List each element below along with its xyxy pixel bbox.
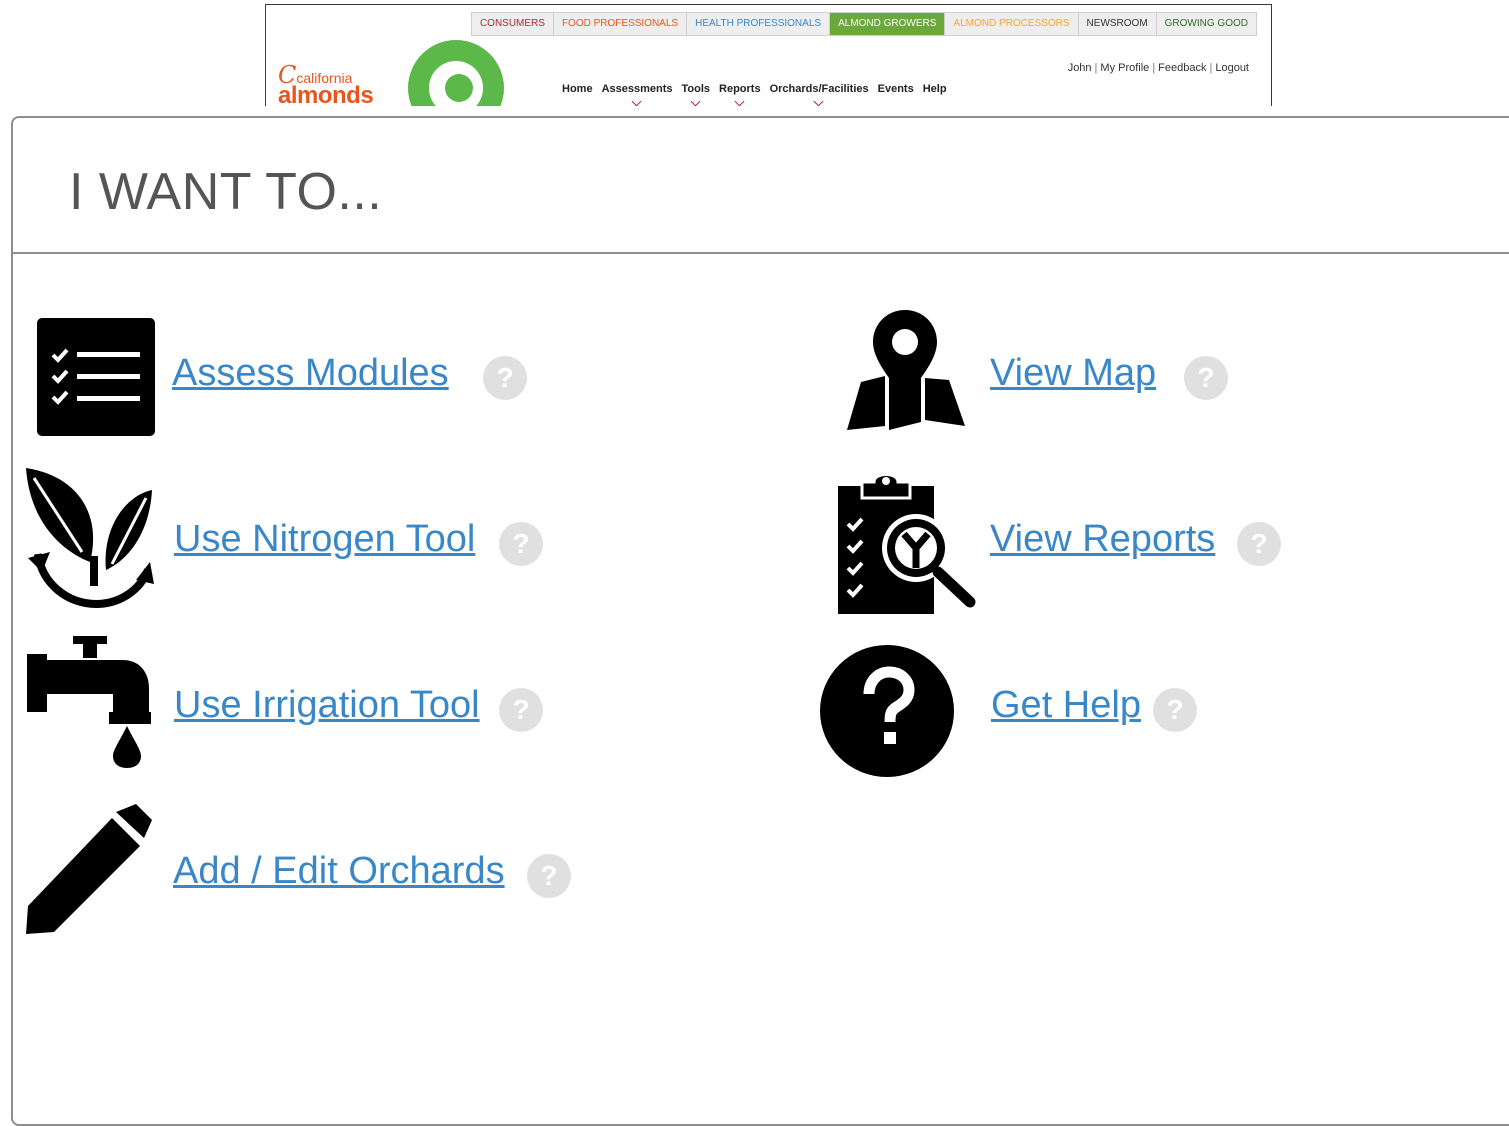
audience-nav: CONSUMERS FOOD PROFESSIONALS HEALTH PROF… <box>470 12 1257 36</box>
help-icon[interactable]: ? <box>499 688 543 732</box>
help-icon[interactable]: ? <box>1153 688 1197 732</box>
nav-orchards-facilities[interactable]: Orchards/Facilities <box>770 83 869 106</box>
panel-header: I WANT TO... <box>13 118 1509 254</box>
tab-newsroom[interactable]: NEWSROOM <box>1079 13 1157 35</box>
add-edit-orchards-link[interactable]: Add / Edit Orchards <box>173 850 505 893</box>
almond-leaf-icon <box>445 74 473 102</box>
nav-help[interactable]: Help <box>923 83 947 95</box>
tab-health-professionals[interactable]: HEALTH PROFESSIONALS <box>687 13 831 35</box>
use-irrigation-tool-link[interactable]: Use Irrigation Tool <box>174 684 480 727</box>
chevron-down-icon <box>631 96 642 106</box>
tab-food-professionals[interactable]: FOOD PROFESSIONALS <box>554 13 688 35</box>
assess-modules-link[interactable]: Assess Modules <box>172 352 449 395</box>
help-icon[interactable]: ? <box>527 854 571 898</box>
view-reports-link[interactable]: View Reports <box>990 518 1215 561</box>
help-icon[interactable]: ? <box>1184 356 1228 400</box>
tab-consumers[interactable]: CONSUMERS <box>472 13 554 35</box>
help-icon[interactable]: ? <box>499 522 543 566</box>
nav-events[interactable]: Events <box>878 83 914 95</box>
site-header: CONSUMERS FOOD PROFESSIONALS HEALTH PROF… <box>265 4 1272 106</box>
tab-almond-growers[interactable]: ALMOND GROWERS <box>830 13 946 35</box>
sustainability-seal <box>408 40 504 106</box>
report-magnifier-icon[interactable] <box>838 468 976 614</box>
tab-growing-good[interactable]: GROWING GOOD <box>1157 13 1256 35</box>
pencil-icon[interactable] <box>24 804 154 934</box>
checklist-icon[interactable] <box>37 318 155 436</box>
user-name: John <box>1067 62 1092 74</box>
california-almonds-logo[interactable]: Ccalifornia almonds <box>278 63 374 107</box>
nav-assessments[interactable]: Assessments <box>602 83 673 106</box>
view-map-link[interactable]: View Map <box>990 352 1156 395</box>
i-want-to-panel: I WANT TO... <box>11 116 1509 1126</box>
chevron-down-icon <box>734 96 745 106</box>
chevron-down-icon <box>813 96 824 106</box>
help-icon[interactable]: ? <box>483 356 527 400</box>
feedback-link[interactable]: Feedback <box>1158 62 1206 74</box>
nav-home[interactable]: Home <box>562 83 593 95</box>
leaf-cycle-icon[interactable] <box>24 466 154 608</box>
panel-title: I WANT TO... <box>69 163 383 221</box>
question-circle-icon[interactable] <box>819 644 955 778</box>
nav-reports[interactable]: Reports <box>719 83 761 106</box>
use-nitrogen-tool-link[interactable]: Use Nitrogen Tool <box>174 518 475 561</box>
faucet-icon[interactable] <box>27 636 151 768</box>
map-pin-icon[interactable] <box>845 308 967 432</box>
tab-almond-processors[interactable]: ALMOND PROCESSORS <box>945 13 1079 35</box>
get-help-link[interactable]: Get Help <box>991 684 1141 727</box>
help-icon[interactable]: ? <box>1237 522 1281 566</box>
logo-big-text: almonds <box>278 82 374 107</box>
nav-tools[interactable]: Tools <box>682 83 710 106</box>
user-links: John | My Profile | Feedback | Logout <box>1067 62 1249 74</box>
chevron-down-icon <box>690 96 701 106</box>
logout-link[interactable]: Logout <box>1215 62 1249 74</box>
my-profile-link[interactable]: My Profile <box>1100 62 1149 74</box>
main-nav: Home Assessments Tools Reports Orchards/… <box>562 83 947 106</box>
